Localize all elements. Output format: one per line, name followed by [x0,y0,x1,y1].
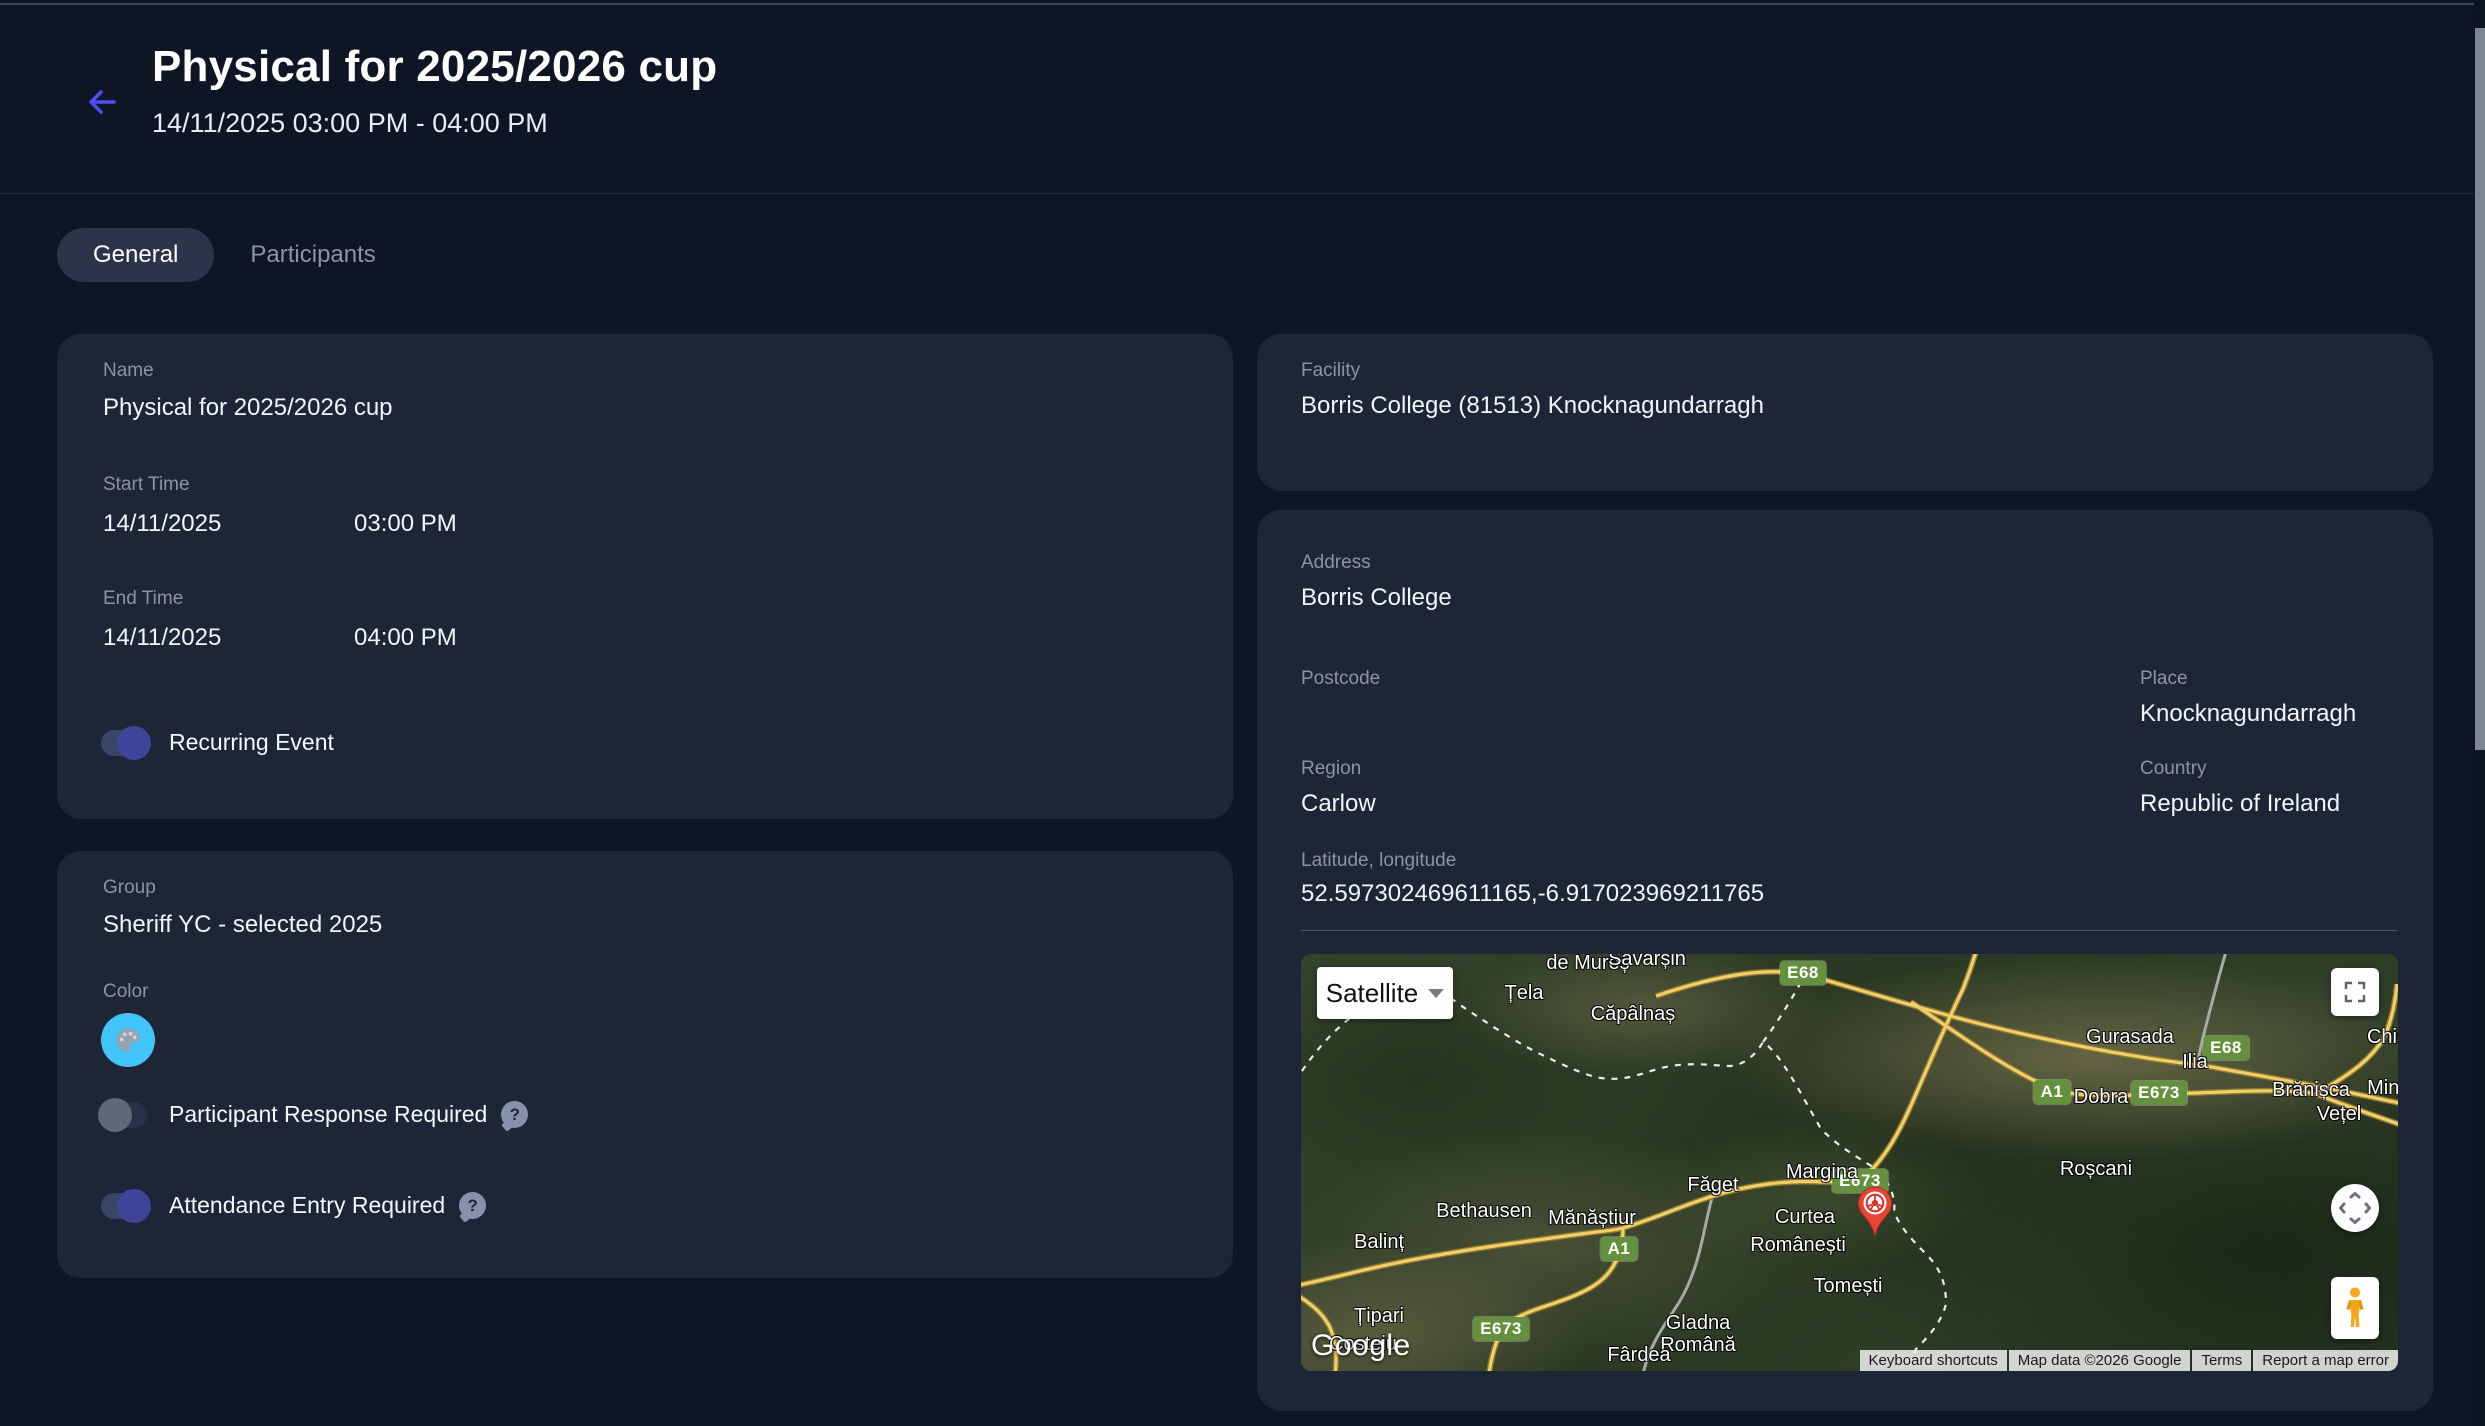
toggle-knob [117,726,151,760]
latlng-value: 52.597302469611165,-6.917023969211765 [1301,880,1764,908]
chevron-down-icon [1428,989,1444,998]
place-value: Knocknagundarragh [2140,700,2356,728]
toggle-knob [117,1189,151,1223]
attendance-entry-row: Attendance Entry Required ? [101,1192,486,1219]
map-place-label: Căpâlnaș [1591,1003,1676,1025]
palette-icon [114,1026,142,1054]
google-logo: Google [1311,1329,1411,1363]
tab-general[interactable]: General [57,228,214,282]
attendance-entry-label: Attendance Entry Required [169,1192,445,1219]
event-details-card: Name Physical for 2025/2026 cup Start Ti… [57,334,1233,819]
map-place-label: Făget [1687,1174,1738,1196]
map-place-label: Fârdea [1607,1344,1670,1366]
help-icon[interactable]: ? [501,1101,528,1128]
soccer-ball-pin-icon [1857,1186,1893,1238]
address-card: Address Borris College Postcode Place Kn… [1257,510,2433,1411]
recurring-event-label: Recurring Event [169,729,334,756]
map-place-label: Tomești [1814,1275,1883,1297]
region-value: Carlow [1301,790,1376,818]
map-place-label: Românești [1750,1234,1846,1256]
map-place-label: Margina [1786,1161,1858,1183]
tab-bar: General Participants [57,228,376,282]
place-label: Place [2140,668,2188,690]
pan-control[interactable] [2331,1184,2379,1232]
address-label: Address [1301,552,1371,574]
map-attribution-item[interactable]: Report a map error [2253,1350,2398,1371]
map-canvas[interactable]: E68E68A1E673E673A1E673 de MureșSăvârșinȚ… [1301,954,2398,1371]
map-attribution-item[interactable]: Terms [2192,1350,2251,1371]
participant-response-toggle[interactable] [101,1102,147,1128]
facility-card: Facility Borris College (81513) Knocknag… [1257,334,2433,491]
start-time-label: Start Time [103,474,190,496]
map-place-label: Vețel [2317,1103,2361,1125]
fullscreen-button[interactable] [2331,968,2379,1016]
start-date-value: 14/11/2025 [103,510,221,538]
participant-response-row: Participant Response Required ? [101,1101,528,1128]
address-value: Borris College [1301,584,1452,612]
end-time-label: End Time [103,588,183,610]
header-divider [0,193,2485,194]
recurring-event-row: Recurring Event [101,729,334,756]
color-swatch[interactable] [101,1013,155,1067]
map-attribution-item[interactable]: Keyboard shortcuts [1860,1350,2007,1371]
map-place-label: Săvârșin [1608,954,1686,970]
group-label: Group [103,877,156,899]
help-icon[interactable]: ? [459,1192,486,1219]
group-card: Group Sheriff YC - selected 2025 Color P… [57,851,1233,1278]
name-value: Physical for 2025/2026 cup [103,394,393,422]
latlng-divider [1301,930,2397,931]
map-type-button[interactable]: Satellite [1317,967,1453,1019]
start-time-value: 03:00 PM [354,510,457,538]
map-place-label: Chiș [2367,1026,2398,1048]
map-place-label: de Mureș [1546,954,1629,974]
map-place-label: Mănăștiur [1548,1207,1636,1229]
country-label: Country [2140,758,2207,780]
map-place-label: Gurasada [2086,1026,2174,1048]
color-label: Color [103,981,148,1003]
map-place-label: Mint [2367,1077,2398,1099]
event-location-marker[interactable] [1857,1186,1893,1238]
group-value: Sheriff YC - selected 2025 [103,911,382,939]
latlng-label: Latitude, longitude [1301,850,1456,872]
tab-participants[interactable]: Participants [250,241,375,269]
map-place-label: Ilia [2182,1051,2208,1073]
map-place-label: Roșcani [2060,1158,2132,1180]
event-datetime: 14/11/2025 03:00 PM - 04:00 PM [152,108,548,139]
facility-value: Borris College (81513) Knocknagundarragh [1301,392,1764,420]
map-labels-layer: de MureșSăvârșin Țela Căpâlnaș Gurasada Ilia… [1301,954,2398,1371]
toggle-knob [98,1098,132,1132]
name-label: Name [103,360,154,382]
country-value: Republic of Ireland [2140,790,2340,818]
window-top-accent [0,3,2485,5]
map-place-label: Dobra [2074,1086,2128,1108]
region-label: Region [1301,758,1361,780]
map-place-label: Bethausen [1436,1200,1532,1222]
map-attribution: Keyboard shortcutsMap data ©2026 GoogleT… [1860,1350,2398,1371]
end-time-value: 04:00 PM [354,624,457,652]
map-place-label: Balinț [1354,1231,1404,1253]
facility-label: Facility [1301,360,1360,382]
map-type-label: Satellite [1326,978,1419,1009]
back-button[interactable] [78,78,126,126]
map-place-label: Țipari [1354,1305,1404,1327]
page-title: Physical for 2025/2026 cup [152,42,717,92]
fullscreen-icon [2343,980,2367,1004]
scrollbar-thumb[interactable] [2475,28,2485,750]
map-place-label: Brănișca [2272,1079,2350,1101]
map-attribution-item[interactable]: Map data ©2026 Google [2009,1350,2191,1371]
pegman-icon [2342,1286,2368,1330]
map-place-label: Țela [1505,982,1544,1004]
map-place-label: Gladna Română [1660,1312,1736,1356]
pegman-control[interactable] [2331,1277,2379,1339]
end-date-value: 14/11/2025 [103,624,221,652]
arrow-left-icon [82,82,122,122]
event-detail-page: Physical for 2025/2026 cup 14/11/2025 03… [0,0,2485,1426]
participant-response-label: Participant Response Required [169,1101,487,1128]
postcode-label: Postcode [1301,668,1380,690]
pan-arrows-icon [2338,1191,2372,1225]
attendance-entry-toggle[interactable] [101,1193,147,1219]
map-place-label: Curtea [1775,1206,1835,1228]
recurring-event-toggle[interactable] [101,730,147,756]
